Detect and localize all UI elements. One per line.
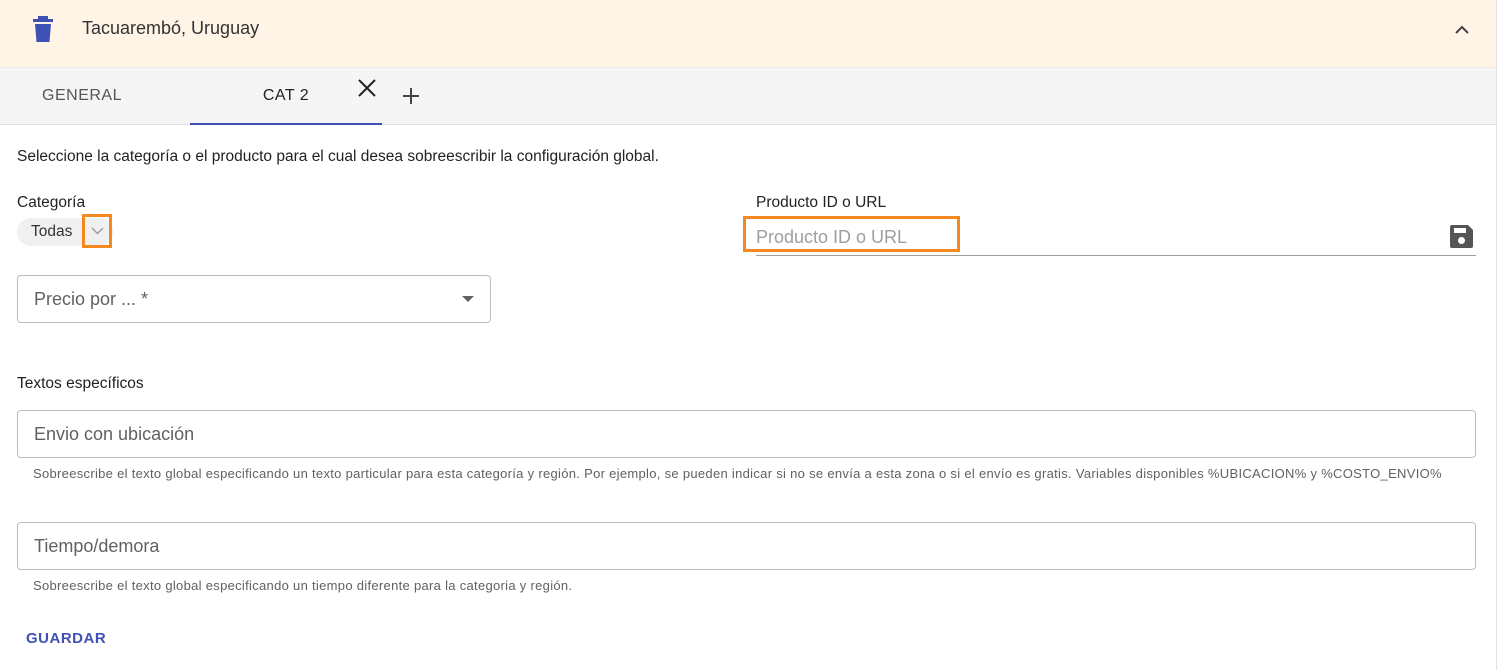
tiempo-input[interactable] xyxy=(34,533,1454,559)
dropdown-arrow-icon xyxy=(462,296,474,302)
producto-underline xyxy=(756,255,1476,256)
precio-select[interactable]: Precio por ... * xyxy=(17,275,491,323)
tab-general[interactable]: GENERAL xyxy=(0,68,164,124)
envio-input[interactable] xyxy=(34,421,1454,447)
precio-select-text: Precio por ... * xyxy=(34,289,149,309)
tab-bar: GENERAL CAT 2 xyxy=(0,68,1496,125)
categoria-label: Categoría xyxy=(17,194,86,211)
tiempo-field[interactable] xyxy=(17,522,1476,570)
chevron-down-icon xyxy=(91,227,104,235)
envio-field[interactable] xyxy=(17,410,1476,458)
close-icon[interactable] xyxy=(357,78,377,98)
guardar-button[interactable]: GUARDAR xyxy=(14,624,118,654)
save-icon[interactable] xyxy=(1450,225,1473,248)
textos-heading: Textos específicos xyxy=(17,375,144,392)
envio-helper: Sobreescribe el texto global especifican… xyxy=(33,466,1442,481)
producto-label: Producto ID o URL xyxy=(756,194,887,211)
categoria-value: Todas xyxy=(31,223,73,240)
tab-cat2[interactable]: CAT 2 xyxy=(190,68,382,125)
app-frame: Tacuarembó, Uruguay GENERAL CAT 2 Selecc… xyxy=(0,0,1497,670)
producto-input[interactable] xyxy=(756,222,1436,252)
intro-text: Seleccione la categoría o el producto pa… xyxy=(17,148,659,165)
chevron-up-icon[interactable] xyxy=(1452,20,1472,40)
categoria-dropdown-button[interactable] xyxy=(82,214,112,248)
plus-icon[interactable] xyxy=(401,86,421,106)
region-header[interactable]: Tacuarembó, Uruguay xyxy=(0,0,1496,68)
region-title: Tacuarembó, Uruguay xyxy=(82,18,260,38)
tiempo-helper: Sobreescribe el texto global especifican… xyxy=(33,578,573,593)
scrollbar[interactable] xyxy=(1497,0,1501,670)
trash-icon[interactable] xyxy=(33,16,53,42)
